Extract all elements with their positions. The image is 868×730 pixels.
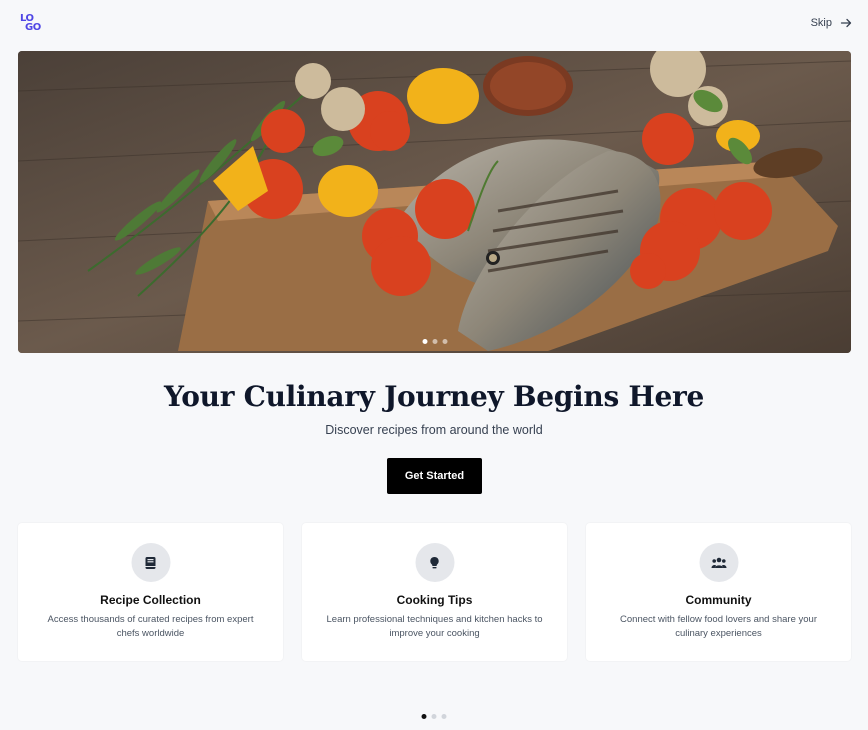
page-dot-2[interactable] xyxy=(431,714,437,719)
hero-carousel-indicators xyxy=(422,339,447,344)
feature-icon-wrap xyxy=(415,543,454,582)
feature-card-community: Community Connect with fellow food lover… xyxy=(586,523,851,661)
feature-description: Learn professional techniques and kitche… xyxy=(326,614,543,639)
skip-label: Skip xyxy=(810,17,832,29)
get-started-button[interactable]: Get Started xyxy=(387,458,482,494)
arrow-right-icon xyxy=(840,18,852,28)
hero-image xyxy=(18,51,851,353)
page-subtitle: Discover recipes from around the world xyxy=(325,423,543,437)
logo-line-2: GO xyxy=(25,22,41,33)
users-icon xyxy=(711,557,726,568)
hero-carousel[interactable] xyxy=(18,51,851,353)
onboarding-pagination xyxy=(421,714,447,719)
feature-title: Recipe Collection xyxy=(100,593,201,607)
hero-dot-2[interactable] xyxy=(432,339,437,344)
feature-icon-wrap xyxy=(699,543,738,582)
hero-dot-1[interactable] xyxy=(422,339,427,344)
book-icon xyxy=(145,556,156,569)
skip-button[interactable]: Skip xyxy=(811,17,852,29)
feature-title: Cooking Tips xyxy=(396,593,473,607)
feature-description: Access thousands of curated recipes from… xyxy=(47,614,254,639)
lightbulb-icon xyxy=(430,556,439,568)
feature-card-cooking-tips: Cooking Tips Learn professional techniqu… xyxy=(302,523,567,661)
feature-card-recipe-collection: Recipe Collection Access thousands of cu… xyxy=(18,523,283,661)
page-title: Your Culinary Journey Begins Here xyxy=(164,380,704,413)
feature-icon-wrap xyxy=(131,543,170,582)
page-dot-1[interactable] xyxy=(421,714,427,719)
hero-dot-3[interactable] xyxy=(442,339,447,344)
feature-title: Community xyxy=(685,593,752,607)
logo[interactable]: LO GO xyxy=(20,14,42,36)
feature-description: Connect with fellow food lovers and shar… xyxy=(620,614,817,639)
top-bar: LO GO Skip xyxy=(0,0,868,50)
feature-cards: Recipe Collection Access thousands of cu… xyxy=(18,523,851,661)
page-dot-3[interactable] xyxy=(441,714,447,719)
